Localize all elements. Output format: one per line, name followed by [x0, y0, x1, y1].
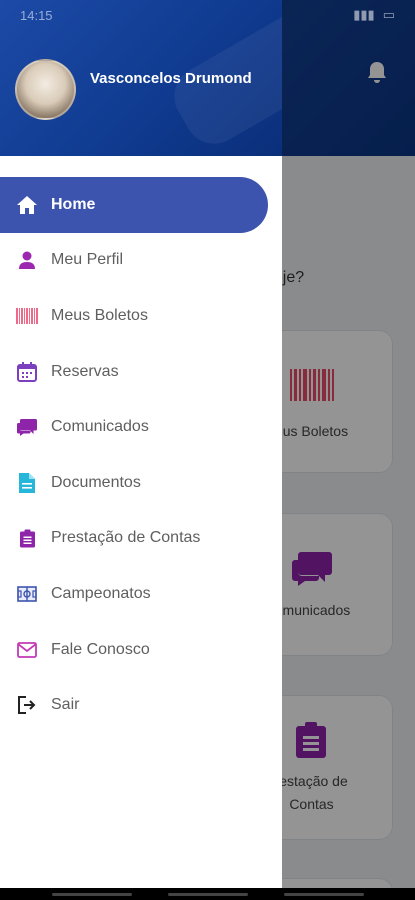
menu-item-meu-perfil[interactable]: Meu Perfil — [0, 233, 282, 289]
field-icon — [16, 583, 38, 605]
user-name: Vasconcelos Drumond — [90, 70, 252, 87]
menu-item-label: Meu Perfil — [51, 251, 124, 269]
logout-icon — [16, 694, 38, 716]
menu-item-campeonatos[interactable]: Campeonatos — [0, 566, 282, 622]
status-bar: 14:15 ▮▮▮ ▭ — [0, 0, 415, 30]
navigation-drawer: Vasconcelos Drumond Home Meu Perfil Meus… — [0, 0, 282, 888]
person-icon — [16, 249, 38, 271]
menu-item-label: Reservas — [51, 362, 119, 380]
menu-item-comunicados[interactable]: Comunicados — [0, 399, 282, 455]
menu-item-fale-conosco[interactable]: Fale Conosco — [0, 622, 282, 678]
avatar[interactable] — [15, 59, 76, 120]
menu-item-home[interactable]: Home — [0, 177, 268, 233]
menu-item-label: Documentos — [51, 473, 141, 491]
menu-item-label: Comunicados — [51, 418, 149, 436]
menu-item-meus-boletos[interactable]: Meus Boletos — [0, 288, 282, 344]
document-icon — [16, 472, 38, 494]
chat-icon — [16, 416, 38, 438]
nav-home-button[interactable] — [168, 893, 248, 896]
barcode-icon — [16, 305, 38, 327]
status-icons: ▮▮▮ ▭ — [353, 7, 395, 23]
battery-icon: ▭ — [382, 7, 395, 22]
menu-item-documentos[interactable]: Documentos — [0, 455, 282, 511]
calendar-icon — [16, 361, 38, 383]
status-time: 14:15 — [20, 7, 53, 23]
menu-item-label: Sair — [51, 696, 80, 714]
menu-item-label: Campeonatos — [51, 584, 151, 602]
home-icon — [16, 194, 38, 216]
signal-icon: ▮▮▮ — [353, 7, 375, 22]
clipboard-icon — [16, 527, 38, 549]
system-navigation-bar — [0, 888, 415, 900]
menu-item-label: Prestação de Contas — [51, 529, 201, 547]
menu-item-prestacao-de-contas[interactable]: Prestação de Contas — [0, 511, 282, 567]
nav-back-button[interactable] — [52, 893, 132, 896]
drawer-menu: Home Meu Perfil Meus Boletos Reservas Co… — [0, 177, 282, 733]
menu-item-reservas[interactable]: Reservas — [0, 344, 282, 400]
mail-icon — [16, 639, 38, 661]
menu-item-label: Home — [51, 195, 96, 213]
nav-recents-button[interactable] — [284, 893, 364, 896]
menu-item-label: Meus Boletos — [51, 306, 148, 324]
menu-item-sair[interactable]: Sair — [0, 677, 282, 733]
menu-item-label: Fale Conosco — [51, 640, 150, 658]
